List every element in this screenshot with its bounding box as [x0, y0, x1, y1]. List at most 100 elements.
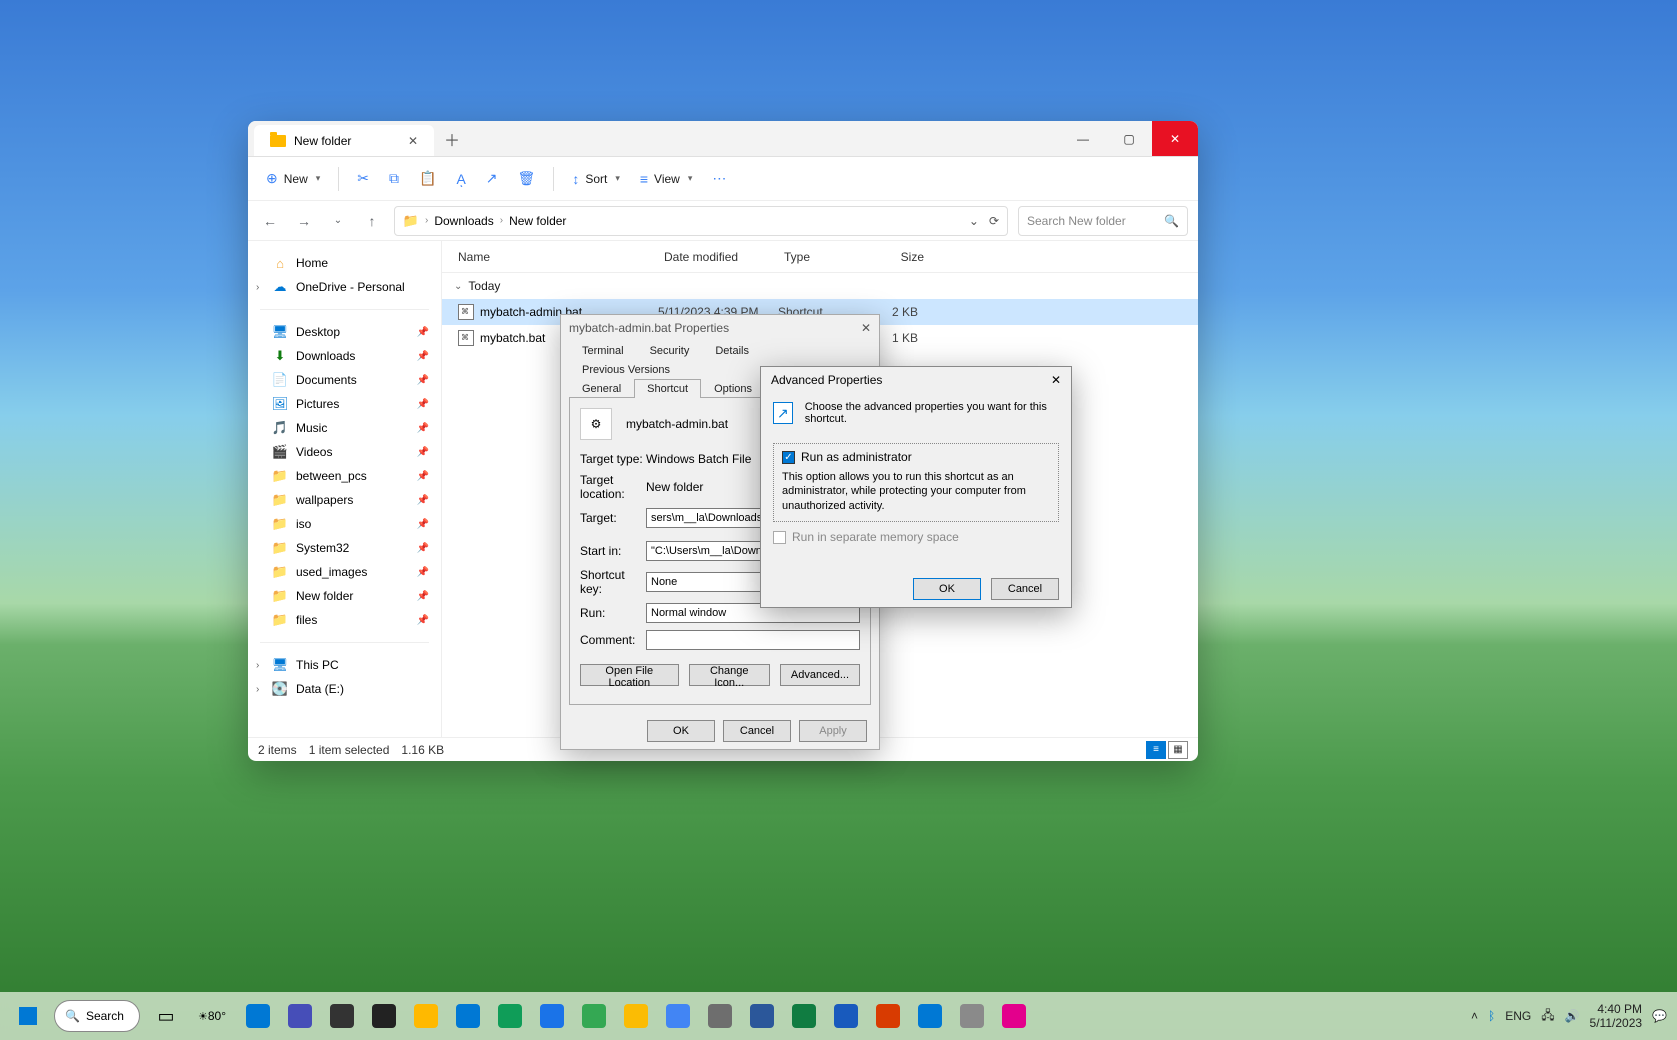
forward-button[interactable]: →: [292, 213, 316, 229]
copy-button[interactable]: ⧉: [381, 164, 407, 193]
taskbar-app[interactable]: [868, 996, 908, 1036]
sidebar-item-files[interactable]: 📁files📌: [248, 608, 441, 632]
refresh-button[interactable]: ⟳: [989, 214, 999, 228]
taskbar-search[interactable]: 🔍Search: [54, 1000, 140, 1032]
maximize-button[interactable]: ▢: [1106, 121, 1152, 156]
recent-button[interactable]: ⌄: [326, 215, 350, 226]
tab-details[interactable]: Details: [702, 341, 762, 360]
sidebar-item-used-images[interactable]: 📁used_images📌: [248, 560, 441, 584]
more-button[interactable]: ⋯: [704, 164, 734, 193]
delete-button[interactable]: 🗑: [510, 164, 544, 193]
sidebar-item-new-folder[interactable]: 📁New folder📌: [248, 584, 441, 608]
sidebar-item-onedrive[interactable]: ›☁OneDrive - Personal: [248, 275, 441, 299]
taskbar-app[interactable]: [532, 996, 572, 1036]
network-icon[interactable]: 🖧: [1541, 1006, 1554, 1027]
taskbar-app[interactable]: [280, 996, 320, 1036]
new-tab-button[interactable]: ＋: [434, 121, 470, 156]
sidebar-item-iso[interactable]: 📁iso📌: [248, 512, 441, 536]
tab-shortcut[interactable]: Shortcut: [634, 379, 701, 398]
taskbar-app[interactable]: [574, 996, 614, 1036]
view-button[interactable]: ≡View▾: [632, 165, 701, 193]
taskbar-app[interactable]: [490, 996, 530, 1036]
sidebar-item-home[interactable]: ⌂Home: [248, 251, 441, 275]
task-view-button[interactable]: ▭: [146, 996, 186, 1036]
up-button[interactable]: ↑: [360, 213, 384, 229]
taskbar-app[interactable]: [742, 996, 782, 1036]
address-dropdown[interactable]: ⌄: [969, 214, 979, 228]
details-view-button[interactable]: ≡: [1146, 741, 1166, 759]
sidebar-item-music[interactable]: 🎵Music📌: [248, 416, 441, 440]
tab-options[interactable]: Options: [701, 379, 765, 398]
advanced-button[interactable]: Advanced...: [780, 664, 860, 686]
tab-general[interactable]: General: [569, 379, 634, 398]
open-file-location-button[interactable]: Open File Location: [580, 664, 679, 686]
paste-button[interactable]: 📋: [411, 164, 444, 193]
sidebar-item-downloads[interactable]: ⬇Downloads📌: [248, 344, 441, 368]
sidebar-item-system32[interactable]: 📁System32📌: [248, 536, 441, 560]
taskbar-app[interactable]: [448, 996, 488, 1036]
taskbar-app[interactable]: [700, 996, 740, 1036]
cancel-button[interactable]: Cancel: [991, 578, 1059, 600]
sidebar: ⌂Home ›☁OneDrive - Personal 🖥Desktop📌⬇Do…: [248, 241, 442, 737]
column-headers[interactable]: Name Date modified Type Size: [442, 241, 1198, 273]
dialog-title: mybatch-admin.bat Properties: [569, 321, 729, 335]
breadcrumb-current[interactable]: New folder: [509, 214, 566, 228]
sidebar-item-wallpapers[interactable]: 📁wallpapers📌: [248, 488, 441, 512]
folder-icon: 📁: [403, 213, 419, 229]
close-button[interactable]: ✕: [861, 321, 871, 335]
close-button[interactable]: ✕: [1051, 373, 1061, 387]
clock[interactable]: 4:40 PM 5/11/2023: [1590, 1002, 1643, 1031]
folder-icon: [270, 135, 286, 147]
sidebar-item-videos[interactable]: 🎬Videos📌: [248, 440, 441, 464]
tab-security[interactable]: Security: [637, 341, 703, 360]
sidebar-item-desktop[interactable]: 🖥Desktop📌: [248, 320, 441, 344]
taskbar-app[interactable]: [364, 996, 404, 1036]
sidebar-item-thispc[interactable]: ›🖥This PC: [248, 653, 441, 677]
taskbar-app[interactable]: [406, 996, 446, 1036]
language-indicator[interactable]: ENG: [1505, 1009, 1531, 1023]
sort-button[interactable]: ↕Sort▾: [564, 165, 628, 193]
sidebar-item-data-drive[interactable]: ›💽Data (E:): [248, 677, 441, 701]
bluetooth-icon[interactable]: ᛒ: [1488, 1009, 1495, 1023]
run-as-admin-checkbox[interactable]: ✓ Run as administrator: [782, 450, 1050, 464]
comment-input[interactable]: [646, 630, 860, 650]
minimize-button[interactable]: —: [1060, 121, 1106, 156]
sidebar-item-between-pcs[interactable]: 📁between_pcs📌: [248, 464, 441, 488]
volume-icon[interactable]: 🔊: [1565, 1009, 1580, 1023]
taskbar-app[interactable]: [952, 996, 992, 1036]
sidebar-item-pictures[interactable]: 🖼Pictures📌: [248, 392, 441, 416]
cancel-button[interactable]: Cancel: [723, 720, 791, 742]
taskbar-app[interactable]: [658, 996, 698, 1036]
change-icon-button[interactable]: Change Icon...: [689, 664, 770, 686]
tray-chevron[interactable]: ˄: [1471, 1009, 1478, 1023]
cut-button[interactable]: ✂: [349, 164, 377, 193]
taskbar-app[interactable]: [784, 996, 824, 1036]
new-button[interactable]: ⊕New▾: [258, 164, 328, 193]
group-today[interactable]: ⌄Today: [442, 273, 1198, 299]
address-bar[interactable]: 📁 › Downloads › New folder ⌄⟳: [394, 206, 1008, 236]
search-input[interactable]: Search New folder 🔍: [1018, 206, 1188, 236]
tab-current[interactable]: New folder ✕: [254, 125, 434, 156]
ok-button[interactable]: OK: [913, 578, 981, 600]
rename-button[interactable]: Aͅ: [448, 165, 473, 193]
taskbar-app[interactable]: [616, 996, 656, 1036]
apply-button[interactable]: Apply: [799, 720, 867, 742]
taskbar-app[interactable]: [994, 996, 1034, 1036]
tab-previous-versions[interactable]: Previous Versions: [569, 360, 683, 379]
sidebar-item-documents[interactable]: 📄Documents📌: [248, 368, 441, 392]
tab-terminal[interactable]: Terminal: [569, 341, 637, 360]
taskbar-app[interactable]: [826, 996, 866, 1036]
breadcrumb-downloads[interactable]: Downloads: [434, 214, 493, 228]
back-button[interactable]: ←: [258, 213, 282, 229]
share-button[interactable]: ↗: [478, 164, 506, 193]
taskbar-app[interactable]: [910, 996, 950, 1036]
ok-button[interactable]: OK: [647, 720, 715, 742]
close-button[interactable]: ✕: [1152, 121, 1198, 156]
taskbar-app[interactable]: [238, 996, 278, 1036]
taskbar-app[interactable]: [322, 996, 362, 1036]
notifications-icon[interactable]: 💬: [1652, 1009, 1667, 1023]
tab-close-button[interactable]: ✕: [408, 134, 418, 148]
weather-widget[interactable]: ☀80°: [192, 996, 232, 1036]
start-button[interactable]: [8, 996, 48, 1036]
thumbnails-view-button[interactable]: ▦: [1168, 741, 1188, 759]
